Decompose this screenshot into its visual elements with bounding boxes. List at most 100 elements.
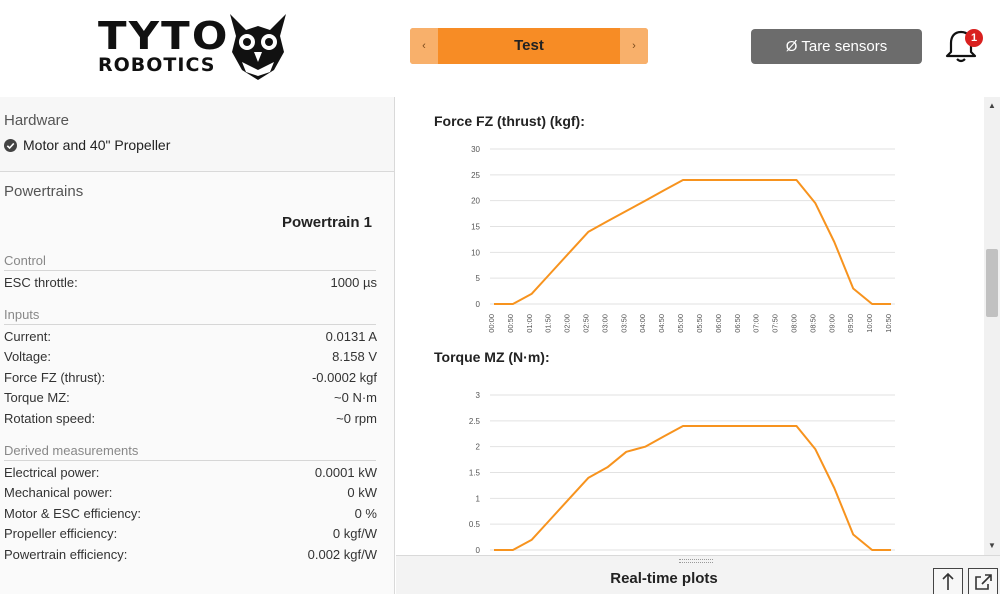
measurement-row: Force FZ (thrust): -0.0002 kgf	[4, 370, 377, 388]
measurement-row: Torque MZ: ~0 N·m	[4, 390, 377, 408]
measurement-row: Powertrain efficiency: 0.002 kgf/W	[4, 547, 377, 565]
force-chart-title: Force FZ (thrust) (kgf):	[434, 113, 585, 129]
measurement-row: Motor & ESC efficiency: 0 %	[4, 506, 377, 524]
y-tick-label: 30	[471, 145, 480, 154]
row-label: ESC throttle:	[4, 275, 78, 290]
popout-button[interactable]	[968, 568, 998, 594]
x-tick-label: 03:00	[600, 314, 609, 333]
torque-chart: 0 0.5 1 1.5 2 2.5 3	[469, 391, 895, 555]
x-tick-label: 04:00	[638, 314, 647, 333]
logo-text-robotics: ROBOTICS	[98, 54, 216, 76]
row-label: Electrical power:	[4, 465, 100, 480]
x-tick-label: 08:00	[789, 314, 798, 333]
external-link-icon	[975, 574, 992, 590]
row-value: 0.0131 A	[325, 329, 377, 344]
check-circle-icon	[4, 139, 17, 152]
divider	[4, 460, 376, 461]
x-tick-label: 06:00	[714, 314, 723, 333]
tare-sensors-button[interactable]: Ø Tare sensors	[751, 29, 922, 64]
divider	[4, 324, 376, 325]
x-tick-label: 02:00	[563, 314, 572, 333]
x-tick-label: 00:50	[506, 314, 515, 333]
scroll-top-button[interactable]	[933, 568, 963, 594]
measurement-row: Mechanical power: 0 kW	[4, 485, 377, 503]
y-tick-label: 5	[476, 274, 481, 283]
logo-text-tyto: TYTO	[98, 14, 230, 58]
scroll-down-arrow-icon[interactable]: ▼	[984, 539, 1000, 553]
row-label: Current:	[4, 329, 51, 344]
x-tick-label: 05:50	[695, 314, 704, 333]
y-tick-label: 3	[476, 391, 481, 400]
scrollbar-thumb[interactable]	[986, 249, 998, 317]
row-label: Torque MZ:	[4, 390, 70, 405]
row-label: Mechanical power:	[4, 485, 113, 500]
y-tick-label: 0.5	[469, 520, 481, 529]
powertrain-name: Powertrain 1	[281, 214, 372, 231]
row-label: Force FZ (thrust):	[4, 370, 106, 385]
measurement-row: Current: 0.0131 A	[4, 329, 377, 347]
app-window: TYTO ROBOTICS ‹ Test › Ø Tare sensors 1	[0, 0, 1000, 594]
hardware-item-label: Motor and 40" Propeller	[23, 137, 171, 153]
arrow-up-icon	[942, 572, 954, 590]
x-tick-label: 04:50	[657, 314, 666, 333]
top-header: TYTO ROBOTICS ‹ Test › Ø Tare sensors 1	[0, 0, 1000, 97]
divider	[4, 270, 376, 271]
tyto-robotics-logo: TYTO ROBOTICS	[98, 12, 288, 82]
row-label: Rotation speed:	[4, 411, 96, 426]
row-label: Motor & ESC efficiency:	[4, 506, 142, 521]
row-value: 0 %	[354, 506, 377, 521]
series-line	[494, 425, 891, 551]
row-value: 8.158 V	[332, 349, 377, 364]
hardware-title: Hardware	[4, 112, 70, 129]
hardware-section: Hardware Motor and 40" Propeller	[0, 97, 394, 172]
x-tick-label: 09:00	[827, 314, 836, 333]
y-tick-label: 25	[471, 171, 480, 180]
vertical-scrollbar[interactable]: ▲ ▼	[984, 97, 1000, 555]
y-tick-label: 2	[476, 443, 481, 452]
x-tick-label: 00:00	[487, 314, 496, 333]
x-tick-label: 08:50	[808, 314, 817, 333]
row-value: 0.0001 kW	[314, 465, 377, 480]
y-tick-label: 15	[471, 223, 480, 232]
left-sidebar: Hardware Motor and 40" Propeller Powertr…	[0, 97, 395, 594]
force-chart: 0 5 10 15 20 25 30 00:00 00:50 01:00 01:50 02:00 02:…	[471, 145, 895, 333]
group-title-inputs: Inputs	[4, 307, 40, 322]
notification-badge[interactable]: 1	[965, 29, 983, 47]
measurement-row: Rotation speed: ~0 rpm	[4, 411, 377, 429]
x-tick-label: 01:50	[544, 314, 553, 333]
powertrains-title: Powertrains	[4, 183, 84, 200]
x-tick-label: 03:50	[619, 314, 628, 333]
row-label: Propeller efficiency:	[4, 526, 118, 541]
plots-panel: Force FZ (thrust) (kgf): 0 5 10 15 20 25 30 00:…	[396, 97, 984, 555]
x-tick-label: 02:50	[582, 314, 591, 333]
x-tick-label: 10:50	[884, 314, 893, 333]
measurement-row: ESC throttle: 1000 µs	[4, 275, 377, 293]
measurement-row: Voltage: 8.158 V	[4, 349, 377, 367]
y-tick-label: 20	[471, 197, 480, 206]
test-selector: ‹ Test ›	[410, 28, 648, 64]
bottom-bar: Real-time plots	[396, 555, 1000, 594]
test-label[interactable]: Test	[438, 28, 620, 64]
x-tick-label: 09:50	[846, 314, 855, 333]
group-title-derived: Derived measurements	[4, 443, 139, 458]
scroll-up-arrow-icon[interactable]: ▲	[984, 99, 1000, 113]
realtime-plots-title[interactable]: Real-time plots	[396, 570, 932, 587]
test-prev-button[interactable]: ‹	[410, 28, 438, 64]
test-next-button[interactable]: ›	[620, 28, 648, 64]
torque-chart-title: Torque MZ (N·m):	[434, 349, 550, 365]
x-tick-label: 07:00	[752, 314, 761, 333]
row-value: 0 kgf/W	[332, 526, 377, 541]
y-tick-label: 0	[476, 546, 481, 555]
measurement-row: Electrical power: 0.0001 kW	[4, 465, 377, 483]
measurement-row: Propeller efficiency: 0 kgf/W	[4, 526, 377, 544]
y-tick-label: 10	[471, 248, 480, 257]
owl-logo-icon	[230, 14, 286, 80]
y-tick-label: 1.5	[469, 469, 481, 478]
row-value: ~0 rpm	[336, 411, 377, 426]
y-tick-label: 1	[476, 494, 481, 503]
row-value: 1000 µs	[330, 275, 377, 290]
row-value: ~0 N·m	[334, 390, 377, 405]
resize-grip-handle[interactable]	[679, 559, 713, 563]
y-tick-label: 0	[476, 300, 481, 309]
x-tick-label: 06:50	[733, 314, 742, 333]
